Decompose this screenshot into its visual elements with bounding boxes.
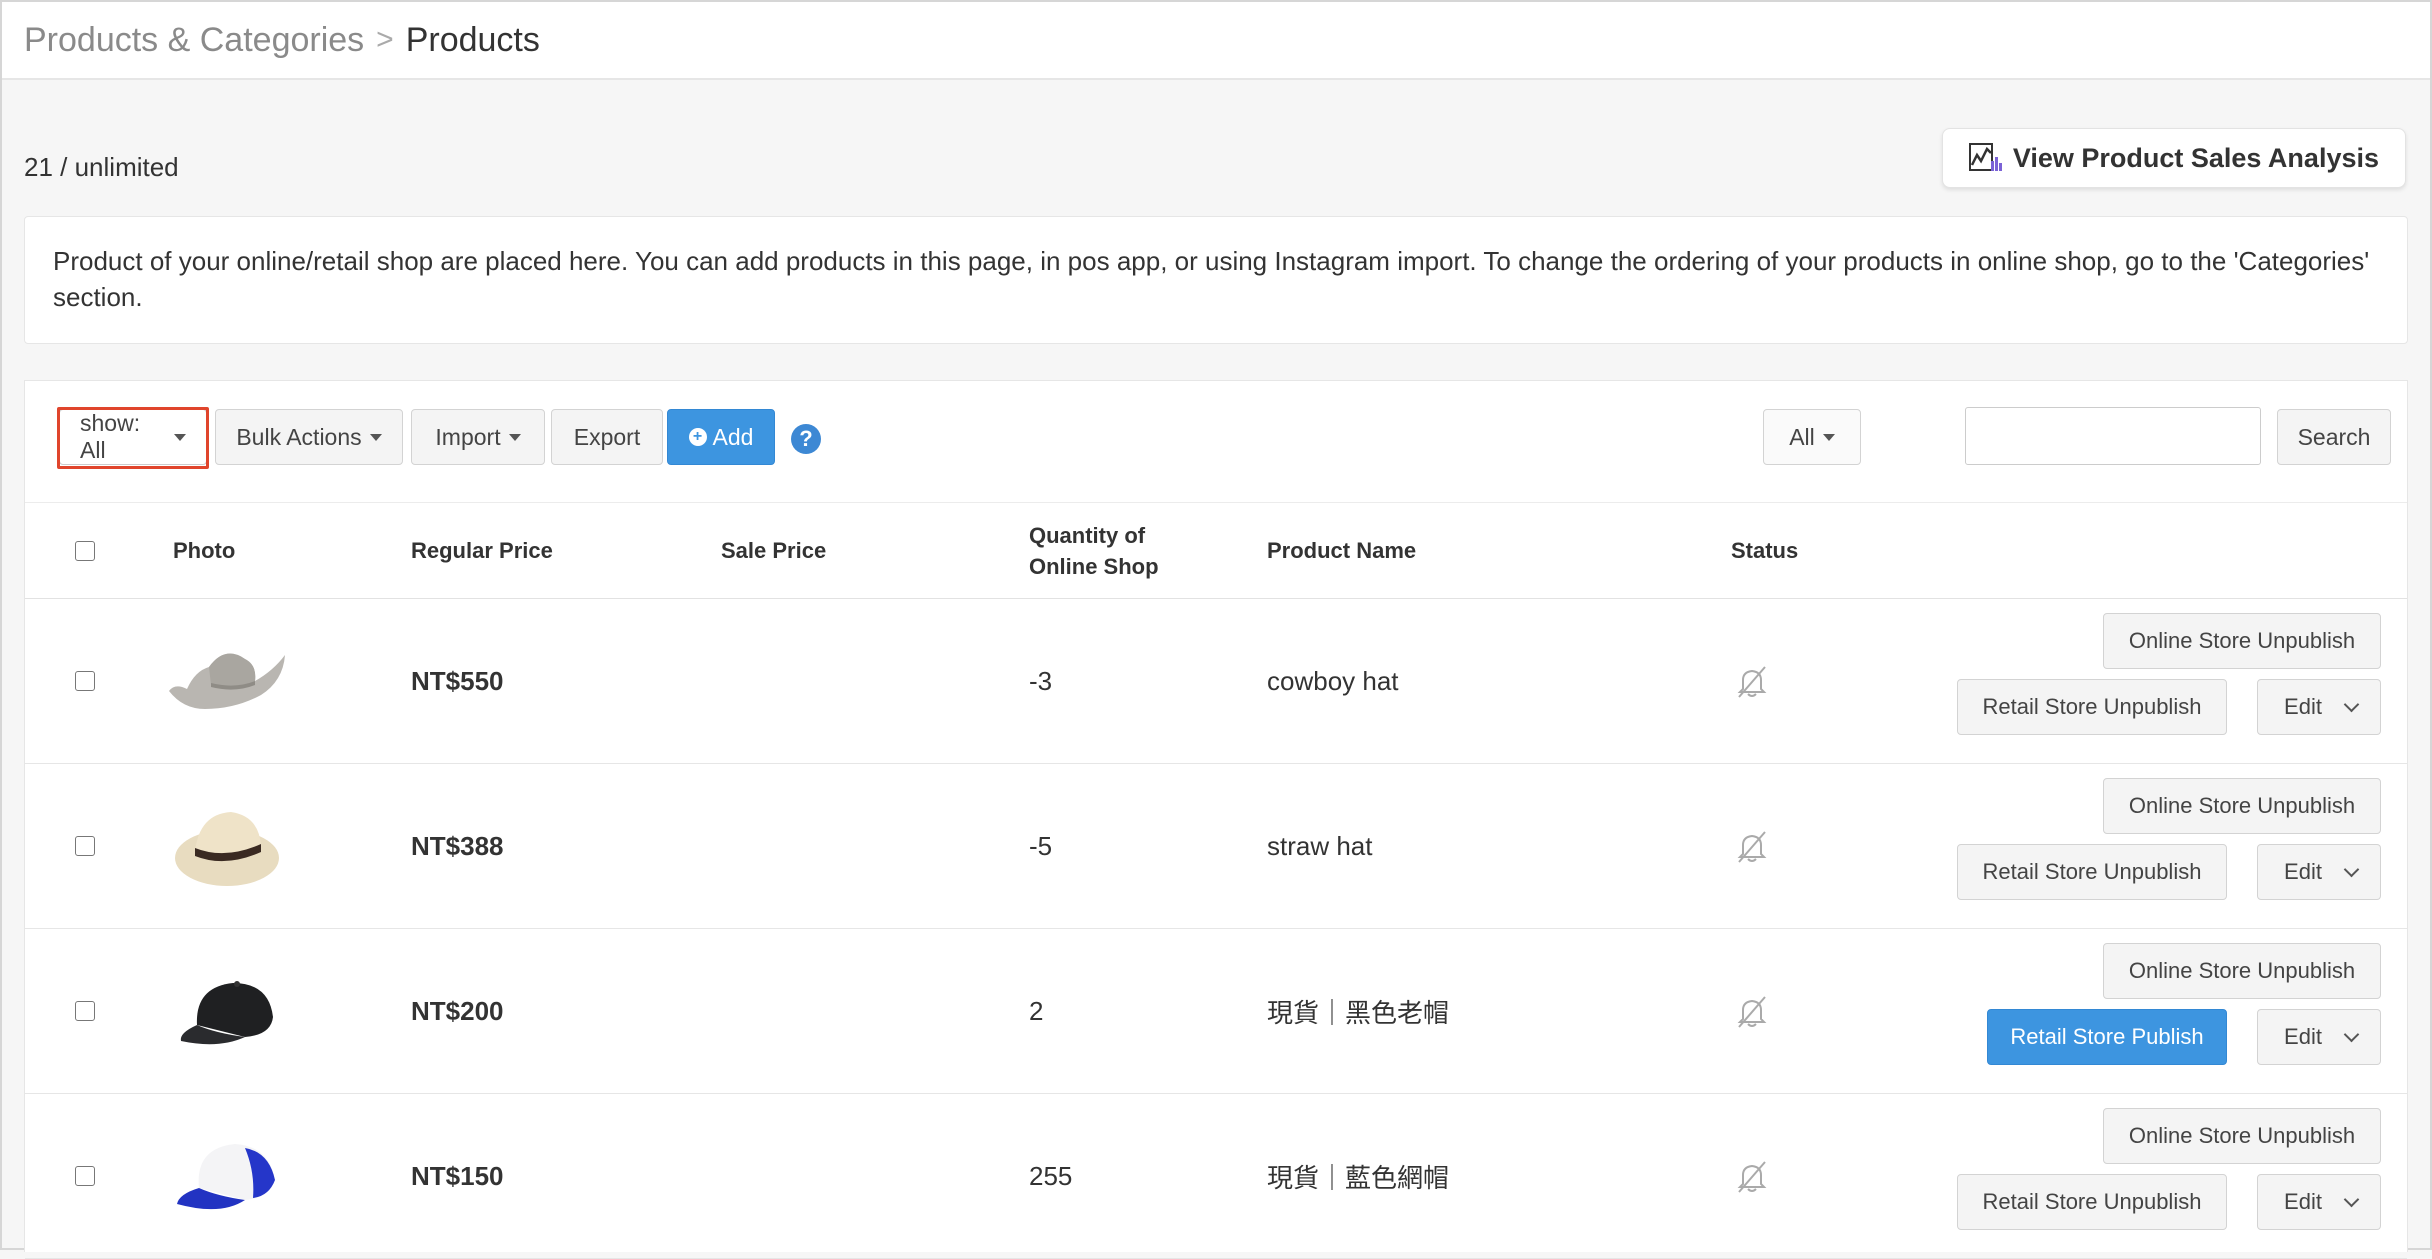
- search-label: Search: [2297, 423, 2371, 450]
- bell-off-icon: [1737, 666, 1767, 698]
- show-filter-dropdown[interactable]: show: All: [59, 409, 207, 465]
- product-photo-blue-mesh-cap[interactable]: [165, 1126, 289, 1226]
- view-sales-analysis-label: View Product Sales Analysis: [2012, 142, 2379, 173]
- product-name[interactable]: 現貨｜黑色老帽: [1267, 929, 1449, 1094]
- chevron-down-icon: [2343, 1026, 2360, 1042]
- quantity: 2: [1029, 996, 1044, 1026]
- add-label: Add: [712, 423, 754, 450]
- quantity: -5: [1029, 831, 1053, 861]
- more-actions-dropdown[interactable]: [2323, 1174, 2381, 1230]
- caret-down-icon: [174, 433, 186, 441]
- bell-off-icon: [1737, 996, 1767, 1028]
- regular-price: NT$150: [411, 1161, 504, 1191]
- header-photo: Photo: [173, 538, 236, 563]
- header-sale-price: Sale Price: [721, 538, 827, 563]
- caret-down-icon: [369, 433, 382, 441]
- bulk-actions-dropdown[interactable]: Bulk Actions: [215, 409, 403, 465]
- table-row: NT$200 2 現貨｜黑色老帽 Online Store Unpublish …: [25, 929, 2407, 1094]
- breadcrumb-parent-link[interactable]: Products & Categories: [24, 21, 364, 60]
- product-photo-black-cap[interactable]: [165, 961, 289, 1061]
- bell-off-icon: [1737, 1161, 1767, 1193]
- quantity: 255: [1029, 1161, 1073, 1191]
- export-button[interactable]: Export: [551, 409, 663, 465]
- products-panel: show: All Bulk Actions Import Export + A…: [24, 380, 2408, 1259]
- select-all-checkbox[interactable]: [75, 541, 95, 561]
- table-row: NT$550 -3 cowboy hat Online Store Unpubl…: [25, 599, 2407, 764]
- row-checkbox[interactable]: [75, 671, 95, 691]
- bulk-actions-label: Bulk Actions: [236, 423, 362, 450]
- row-checkbox[interactable]: [75, 1166, 95, 1186]
- products-toolbar: show: All Bulk Actions Import Export + A…: [25, 381, 2407, 503]
- row-checkbox[interactable]: [75, 1001, 95, 1021]
- header-status: Status: [1731, 538, 1799, 563]
- search-scope-dropdown[interactable]: All: [1763, 409, 1861, 465]
- app-frame: Products & Categories > Products 21 / un…: [0, 0, 2432, 1259]
- online-store-unpublish-button[interactable]: Online Store Unpublish: [2103, 778, 2381, 834]
- header-quantity: Quantity of Online Shop: [1029, 503, 1159, 599]
- regular-price: NT$200: [411, 996, 504, 1026]
- more-actions-dropdown[interactable]: [2323, 679, 2381, 735]
- chevron-down-icon: [2343, 696, 2360, 712]
- bell-off-icon: [1737, 831, 1767, 863]
- caret-down-icon: [1822, 433, 1835, 441]
- header-product-name: Product Name: [1267, 538, 1417, 563]
- retail-store-unpublish-button[interactable]: Retail Store Unpublish: [1957, 1174, 2227, 1230]
- row-checkbox[interactable]: [75, 836, 95, 856]
- export-label: Export: [573, 423, 641, 450]
- breadcrumb-separator: >: [376, 23, 394, 56]
- regular-price: NT$550: [411, 666, 504, 696]
- info-notice: Product of your online/retail shop are p…: [24, 216, 2408, 344]
- retail-store-unpublish-button[interactable]: Retail Store Unpublish: [1957, 844, 2227, 900]
- header-quantity-line2: Online Shop: [1029, 554, 1159, 579]
- quantity: -3: [1029, 666, 1053, 696]
- online-store-unpublish-button[interactable]: Online Store Unpublish: [2103, 943, 2381, 999]
- plus-circle-icon: +: [688, 428, 707, 446]
- online-store-unpublish-button[interactable]: Online Store Unpublish: [2103, 613, 2381, 669]
- search-input[interactable]: [1965, 407, 2261, 465]
- retail-store-unpublish-button[interactable]: Retail Store Unpublish: [1957, 679, 2227, 735]
- table-row: NT$388 -5 straw hat Online Store Unpubli…: [25, 764, 2407, 929]
- product-photo-straw-hat[interactable]: [165, 796, 289, 896]
- view-sales-analysis-button[interactable]: View Product Sales Analysis: [1941, 128, 2406, 188]
- table-row: NT$150 255 現貨｜藍色網帽 Online Store Unpublis…: [25, 1094, 2407, 1259]
- product-photo-cowboy-hat[interactable]: [165, 631, 289, 731]
- chevron-down-icon: [2343, 861, 2360, 877]
- online-store-unpublish-button[interactable]: Online Store Unpublish: [2103, 1108, 2381, 1164]
- import-dropdown[interactable]: Import: [411, 409, 545, 465]
- chart-icon: [1968, 143, 2002, 171]
- header-quantity-line1: Quantity of: [1029, 523, 1146, 548]
- product-name[interactable]: 現貨｜藍色網帽: [1267, 1094, 1449, 1259]
- help-question-icon[interactable]: ?: [791, 424, 821, 454]
- search-scope-label: All: [1789, 423, 1815, 450]
- more-actions-dropdown[interactable]: [2323, 1009, 2381, 1065]
- retail-store-publish-button[interactable]: Retail Store Publish: [1987, 1009, 2227, 1065]
- import-label: Import: [435, 423, 501, 450]
- chevron-down-icon: [2343, 1191, 2360, 1207]
- product-count: 21 / unlimited: [24, 152, 179, 182]
- show-filter-label: show: All: [80, 410, 141, 463]
- page-title: Products: [405, 20, 540, 59]
- search-button[interactable]: Search: [2277, 409, 2391, 465]
- caret-down-icon: [508, 433, 521, 441]
- header-regular-price: Regular Price: [411, 538, 553, 563]
- table-header: Photo Regular Price Sale Price Quantity …: [25, 503, 2407, 599]
- product-name[interactable]: straw hat: [1267, 764, 1373, 929]
- add-product-button[interactable]: + Add: [667, 409, 775, 465]
- breadcrumb: Products & Categories > Products: [2, 2, 2430, 80]
- product-name[interactable]: cowboy hat: [1267, 599, 1399, 764]
- regular-price: NT$388: [411, 831, 504, 861]
- more-actions-dropdown[interactable]: [2323, 844, 2381, 900]
